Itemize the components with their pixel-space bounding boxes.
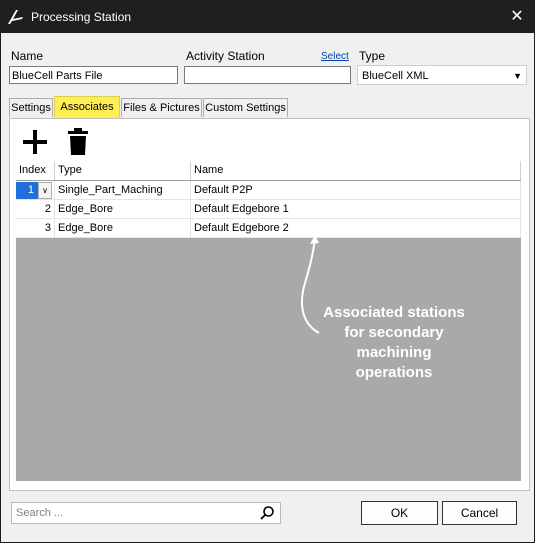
index-cell[interactable]: 2 — [16, 200, 55, 219]
type-label: Type — [359, 49, 386, 63]
table-row[interactable]: 2 Edge_Bore Default Edgebore 1 — [16, 200, 521, 219]
type-cell[interactable]: Single_Part_Maching — [55, 181, 191, 200]
chevron-down-icon: ▼ — [513, 71, 522, 81]
type-cell[interactable]: Edge_Bore — [55, 200, 191, 219]
cancel-button[interactable]: Cancel — [442, 501, 517, 525]
tab-associates[interactable]: Associates — [54, 96, 120, 118]
annotation-line: machining — [356, 344, 432, 361]
index-cell[interactable]: 3 — [16, 219, 55, 238]
type-select-value: BlueCell XML — [362, 70, 429, 82]
type-cell[interactable]: Edge_Bore — [55, 219, 191, 238]
title-bar: Processing Station ✕ — [1, 1, 534, 33]
column-header-type[interactable]: Type — [55, 161, 191, 180]
name-cell[interactable]: Default Edgebore 1 — [191, 200, 521, 219]
column-header-name[interactable]: Name — [191, 161, 521, 180]
processing-station-window: Processing Station ✕ Name BlueCell Parts… — [0, 0, 535, 543]
name-cell[interactable]: Default Edgebore 2 — [191, 219, 521, 238]
app-logo-icon — [8, 10, 23, 24]
annotation-callout: Associated stations for secondary machin… — [319, 303, 469, 383]
close-icon: ✕ — [510, 8, 524, 25]
close-button[interactable]: ✕ — [500, 1, 534, 33]
select-link[interactable]: Select — [321, 51, 349, 62]
search-icon[interactable] — [259, 505, 275, 521]
activity-station-label: Activity Station — [186, 49, 265, 63]
column-header-index[interactable]: Index — [16, 161, 55, 180]
plus-icon-bar — [23, 140, 47, 144]
activity-station-field[interactable] — [184, 66, 351, 84]
annotation-line: for secondary — [344, 324, 444, 341]
tab-custom-settings[interactable]: Custom Settings — [203, 98, 288, 117]
annotation-line: operations — [355, 364, 433, 381]
trash-icon — [68, 128, 88, 155]
index-cell[interactable]: 1 ∨ — [16, 181, 55, 200]
table-row[interactable]: 1 ∨ Single_Part_Maching Default P2P — [16, 181, 521, 200]
name-field[interactable]: BlueCell Parts File — [9, 66, 178, 84]
name-label: Name — [11, 49, 44, 63]
tab-settings[interactable]: Settings — [9, 98, 53, 117]
type-select[interactable]: BlueCell XML ▼ — [357, 65, 527, 85]
chevron-down-icon[interactable]: ∨ — [38, 182, 52, 199]
add-button[interactable] — [21, 128, 49, 156]
delete-button[interactable] — [65, 127, 91, 157]
window-title: Processing Station — [31, 10, 132, 24]
name-cell[interactable]: Default P2P — [191, 181, 521, 200]
annotation-line: Associated stations — [323, 304, 465, 321]
ok-button[interactable]: OK — [361, 501, 438, 525]
table-row[interactable]: 3 Edge_Bore Default Edgebore 2 — [16, 219, 521, 238]
index-value-selected[interactable]: 1 — [16, 182, 38, 199]
tab-files-pictures[interactable]: Files & Pictures — [121, 98, 202, 117]
search-input[interactable]: Search ... — [11, 502, 281, 524]
grid-header: Index Type Name — [16, 161, 521, 181]
